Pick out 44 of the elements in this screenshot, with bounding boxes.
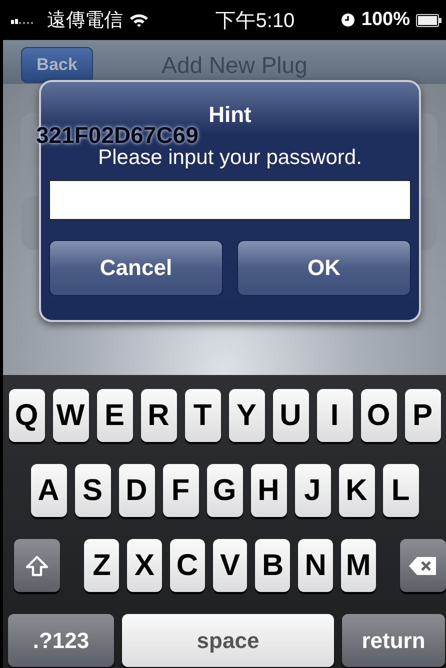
shift-key[interactable] bbox=[14, 539, 60, 592]
dialog-title: Hint bbox=[208, 102, 252, 128]
keyboard-key[interactable]: R bbox=[140, 389, 176, 442]
keyboard-key[interactable]: G bbox=[206, 464, 242, 517]
keyboard-key[interactable]: P bbox=[404, 389, 440, 442]
password-field[interactable] bbox=[49, 180, 411, 220]
keyboard-key[interactable]: W bbox=[52, 389, 88, 442]
keyboard-key[interactable]: F bbox=[162, 464, 198, 517]
return-key[interactable]: return bbox=[342, 614, 445, 667]
keyboard-key[interactable]: C bbox=[170, 539, 205, 592]
keyboard-key[interactable]: X bbox=[127, 539, 162, 592]
keyboard-key[interactable]: H bbox=[250, 464, 286, 517]
keyboard-key[interactable]: E bbox=[96, 389, 132, 442]
dialog-button[interactable]: Cancel bbox=[49, 240, 223, 296]
keyboard-key[interactable]: N bbox=[298, 539, 333, 592]
keyboard-key[interactable]: S bbox=[74, 464, 110, 517]
keyboard-key[interactable]: Y bbox=[228, 389, 264, 442]
shift-arrow-icon bbox=[25, 554, 50, 576]
keyboard-key[interactable]: T bbox=[184, 389, 220, 442]
keyboard-key[interactable]: L bbox=[382, 464, 418, 517]
battery-percent: 100% bbox=[361, 9, 410, 31]
space-key[interactable]: space bbox=[122, 614, 334, 667]
keyboard-key[interactable]: D bbox=[118, 464, 154, 517]
keyboard-key[interactable]: M bbox=[340, 539, 376, 592]
dialog-message: Please input your password. bbox=[98, 146, 362, 170]
delete-key[interactable] bbox=[400, 539, 446, 592]
battery-icon bbox=[416, 14, 442, 26]
keyboard-key[interactable]: J bbox=[294, 464, 330, 517]
dialog-button[interactable]: OK bbox=[237, 240, 411, 296]
keyboard-key[interactable]: B bbox=[255, 539, 290, 592]
carrier-name: 遠傳電信 bbox=[47, 9, 123, 33]
keyboard-key[interactable]: U bbox=[272, 389, 308, 442]
wifi-icon bbox=[129, 12, 149, 28]
keyboard-key[interactable]: V bbox=[212, 539, 248, 592]
keyboard-key[interactable]: O bbox=[360, 389, 396, 442]
keyboard-key[interactable]: I bbox=[316, 389, 352, 442]
backspace-icon bbox=[408, 556, 438, 576]
keyboard-key[interactable]: K bbox=[338, 464, 374, 517]
clock-icon bbox=[341, 13, 356, 27]
numbers-key[interactable]: .?123 bbox=[8, 614, 114, 667]
keyboard-key[interactable]: Z bbox=[84, 539, 120, 592]
keyboard-key[interactable]: Q bbox=[8, 389, 44, 442]
keyboard-key[interactable]: A bbox=[30, 464, 66, 517]
status-time: 下午5:10 bbox=[216, 8, 295, 34]
